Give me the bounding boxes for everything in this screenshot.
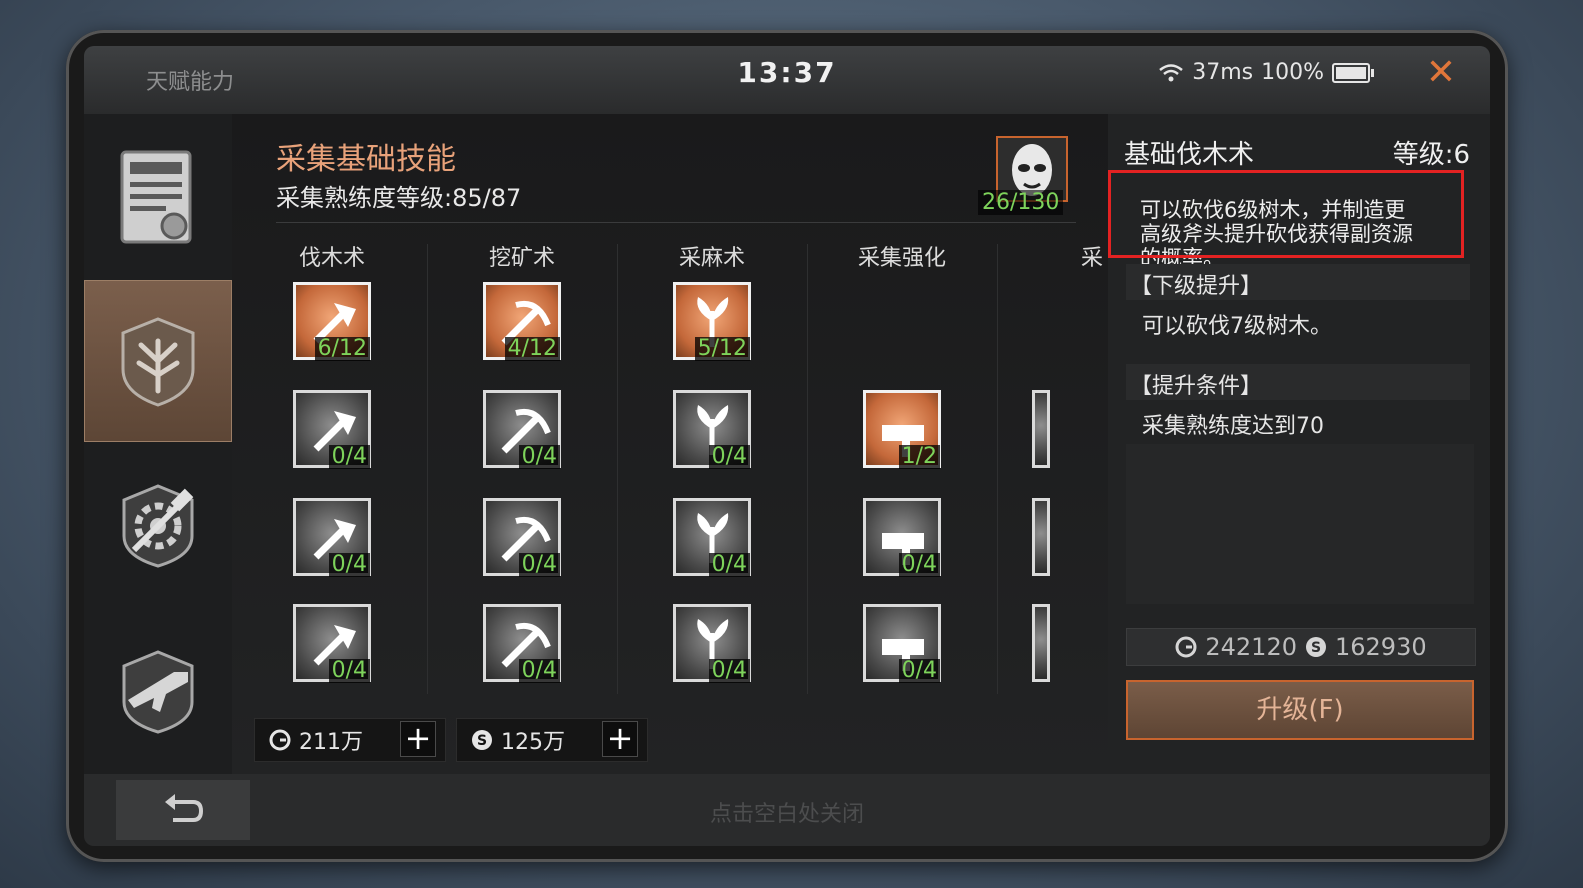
ping-text: 37ms [1192,60,1254,85]
portrait-count: 26/130 [978,190,1064,215]
sidebar [84,114,232,774]
skill-node[interactable]: 4/12 [483,282,561,361]
column-header: 伐木术 [298,246,365,271]
skill-node[interactable]: 0/4 [483,604,561,683]
upgrade-button[interactable]: 升级(F) [1126,680,1474,740]
condition-box [1126,444,1474,604]
gathering-emblem-icon [121,317,195,407]
skill-node[interactable] [1032,390,1050,468]
device-frame: 天赋能力 13:37 37ms 100% ✕ 采集基础技能 采集熟练度等级:85… [66,30,1508,862]
gold-coin-icon [1175,636,1197,658]
silver-cost: 162930 [1335,633,1427,661]
silver-coin-icon: S [472,730,492,750]
skill-node[interactable]: 1/2 [863,390,941,469]
skill-node[interactable]: 5/12 [673,282,751,361]
add-gold-button[interactable]: + [400,721,436,757]
skill-detail-panel: 基础伐木术 等级:6 可以砍伐6级树木，并制造更 高级斧头提升砍伐获得副资源 的… [1108,114,1490,774]
top-bar: 天赋能力 13:37 37ms 100% ✕ [84,46,1490,114]
skill-level-text: 0/4 [708,553,750,577]
next-level-text: 可以砍伐7级树木。 [1142,314,1332,339]
skill-node[interactable]: 0/4 [483,390,561,469]
skill-node[interactable]: 0/4 [673,390,751,469]
status-bar: 37ms 100% [1158,60,1374,85]
skill-node[interactable]: 0/4 [863,498,941,577]
skill-level-text: 0/4 [898,553,940,577]
skill-level-text: 0/4 [518,445,560,469]
condition-text: 采集熟练度达到70 [1142,414,1324,439]
add-silver-button[interactable]: + [602,721,638,757]
svg-text:S: S [1311,640,1321,656]
condition-title: 【提升条件】 [1130,374,1263,399]
battery-icon [1332,62,1374,83]
proficiency-level: 采集熟练度等级:85/87 [276,184,522,212]
column-header: 挖矿术 [488,246,555,271]
skill-node[interactable]: 0/4 [293,390,371,469]
skill-level-text: 0/4 [328,659,370,683]
game-screen: 天赋能力 13:37 37ms 100% ✕ 采集基础技能 采集熟练度等级:85… [84,46,1490,846]
panel-title: 采集基础技能 [276,142,456,177]
skill-level-text: 0/4 [328,553,370,577]
skill-level-text: 0/4 [708,659,750,683]
column-header: 采麻术 [678,246,745,271]
close-hint[interactable]: 点击空白处关闭 [84,796,1490,828]
gold-amount: 211万 [299,730,363,755]
skill-level-text: 0/4 [708,445,750,469]
crafting-gear-hammer-icon [122,484,194,568]
sidebar-item-gathering[interactable] [84,280,232,442]
divider [276,222,1076,223]
sidebar-item-trade[interactable] [84,114,232,280]
close-icon[interactable]: ✕ [1426,52,1456,93]
sidebar-item-crafting[interactable] [84,442,232,606]
skill-level-text: 0/4 [518,553,560,577]
wifi-icon [1159,63,1183,81]
column-divider [427,244,428,694]
next-level-title: 【下级提升】 [1130,274,1263,299]
bottom-bar: 点击空白处关闭 [84,774,1490,846]
skill-node[interactable]: 0/4 [673,604,751,683]
column-divider [997,244,998,694]
skill-node[interactable]: 0/4 [483,498,561,577]
skill-node[interactable]: 6/12 [293,282,371,361]
skill-level-text: 1/2 [898,445,940,469]
gold-coin-icon [269,729,291,751]
weapon-emblem-icon [122,650,194,734]
skill-level-text: 0/4 [898,659,940,683]
highlight-box [1108,170,1464,258]
skill-level-text: 0/4 [518,659,560,683]
silver-amount: 125万 [501,730,565,755]
skill-name: 基础伐木术 [1124,140,1255,170]
skill-level-text: 5/12 [694,337,750,361]
silver-coin-icon: S [1306,637,1326,657]
battery-text: 100% [1261,60,1324,85]
skill-level: 等级:6 [1392,140,1470,170]
sidebar-item-weapon[interactable] [84,606,232,774]
skill-level-text: 0/4 [328,445,370,469]
skill-node[interactable]: 0/4 [293,604,371,683]
column-divider [807,244,808,694]
skill-level-text: 6/12 [314,337,370,361]
skill-node[interactable] [1032,604,1050,682]
gold-cost: 242120 [1205,633,1297,661]
skill-node[interactable]: 0/4 [673,498,751,577]
skill-node[interactable] [1032,498,1050,576]
cost-display: 242120 S 162930 [1126,628,1476,666]
skill-level-text: 4/12 [504,337,560,361]
column-header: 采集强化 [857,246,946,271]
skill-node[interactable]: 0/4 [863,604,941,683]
column-divider [617,244,618,694]
skill-tree-panel: 采集基础技能 采集熟练度等级:85/87 26/130 伐木术 6/12 0/4 0/… [232,114,1108,774]
trade-license-icon [120,150,192,244]
svg-text:S: S [477,733,487,749]
skill-node[interactable]: 0/4 [293,498,371,577]
